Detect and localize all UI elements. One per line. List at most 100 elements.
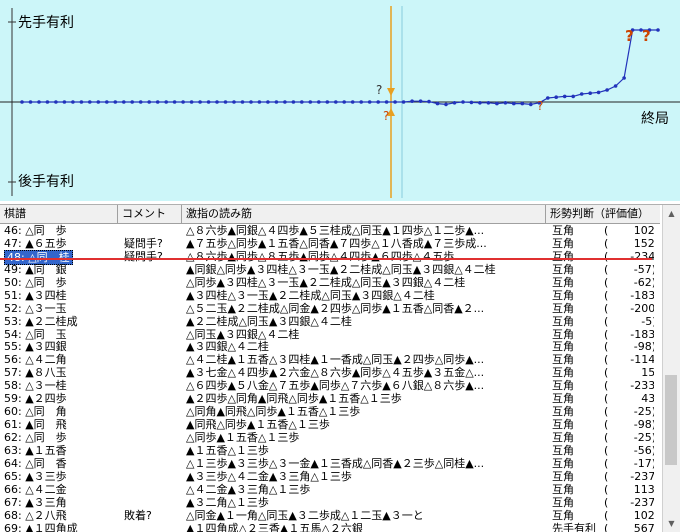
table-row[interactable]: 61: ▲同 飛 ▲同飛△同歩▲１五香△１三歩 互角 ( -98): [0, 418, 660, 431]
score-cell: ( 102): [604, 224, 654, 237]
score-cell: ( -5): [604, 314, 654, 328]
score-cell: ( -183): [604, 327, 654, 341]
judgement-cell: 互角: [552, 482, 574, 496]
evaluation-point: [105, 100, 109, 104]
move-text: 55: ▲３四銀: [4, 340, 67, 354]
question-mark-2: ?: [383, 109, 389, 123]
evaluation-point: [308, 100, 313, 104]
move-cell: 56: △４二角: [4, 353, 116, 366]
table-row[interactable]: 54: △同 玉 △同玉▲３四銀△４二桂 互角 ( -183): [0, 328, 660, 341]
judgement-cell: 互角: [552, 405, 574, 419]
table-body: 46: △同 歩 △８六歩▲同銀△４四歩▲５三桂成△同玉▲１四歩△１二歩▲... 互…: [0, 224, 660, 532]
move-text: 51: ▲３四桂: [4, 288, 67, 302]
move-cell: 55: ▲３四銀: [4, 340, 116, 353]
evaluation-point: [427, 99, 431, 104]
evaluation-point: [359, 100, 364, 104]
score-cell: ( 152): [604, 236, 654, 250]
evaluation-point: [249, 100, 253, 104]
evaluation-point: [266, 100, 270, 104]
table-row[interactable]: 62: △同 歩 △同歩▲１五香△１三歩 互角 ( -25): [0, 431, 660, 444]
reading-cell: ▲１五香△１三歩: [186, 443, 269, 457]
move-text: 69: ▲１四角成: [4, 521, 78, 532]
scroll-up-icon[interactable]: ▲: [663, 205, 680, 222]
move-text: 67: ▲３三角: [4, 495, 67, 509]
evaluation-point: [189, 100, 194, 104]
evaluation-point: [605, 88, 609, 92]
evaluation-point: [300, 100, 304, 104]
evaluation-point: [622, 76, 626, 80]
table-row[interactable]: 66: △４二金 △４二金▲３三角△１三歩 互角 ( 113): [0, 483, 660, 496]
judgement-cell: 互角: [552, 340, 574, 354]
evaluation-point: [613, 84, 618, 88]
move-text: 50: △同 歩: [4, 275, 67, 289]
scroll-down-icon[interactable]: ▼: [663, 515, 680, 532]
score-cell: ( 567): [604, 521, 654, 532]
header-kifu[interactable]: 棋譜: [0, 205, 118, 223]
comment-cell: 疑問手?: [124, 249, 163, 263]
move-cell: 65: ▲３三歩: [4, 470, 116, 483]
evaluation-point: [554, 95, 558, 99]
evaluation-point: [342, 100, 347, 104]
vertical-scrollbar[interactable]: ▲ ▼: [662, 205, 680, 532]
move-text: 62: △同 歩: [4, 431, 67, 444]
move-cell: 68: △２八飛: [4, 509, 116, 522]
move-text: 52: △３一玉: [4, 301, 67, 315]
header-evaluation[interactable]: 形勢判断（評価値）: [546, 205, 660, 223]
evaluation-point: [656, 28, 660, 32]
judgement-cell: 互角: [552, 262, 574, 276]
move-cell: 53: ▲２二桂成: [4, 315, 116, 328]
score-cell: ( -114): [604, 353, 654, 367]
table-row[interactable]: 58: △３一桂 △６四歩▲５八金△７五歩▲同歩△７六歩▲６八銀△８六歩▲... 互…: [0, 379, 660, 392]
evaluation-point: [240, 100, 245, 104]
table-row[interactable]: 46: △同 歩 △８六歩▲同銀△４四歩▲５三桂成△同玉▲１四歩△１二歩▲... 互…: [0, 224, 660, 237]
score-cell: ( -57): [604, 262, 654, 276]
table-row[interactable]: 68: △２八飛 敗着? △同金▲１一角△同玉▲３二歩成△１二玉▲３一と 互角 ( 10…: [0, 509, 660, 522]
table-row[interactable]: 64: △同 香 △１三歩▲３三歩△３一金▲１三香成△同香▲２三歩△同桂▲... 互…: [0, 457, 660, 470]
header-comment[interactable]: コメント: [118, 205, 182, 223]
evaluation-point: [317, 100, 321, 104]
judgement-cell: 先手有利: [552, 521, 596, 532]
score-cell: ( -233): [604, 379, 654, 393]
score-cell: ( -98): [604, 340, 654, 354]
table-row[interactable]: 59: ▲２四歩 ▲２四歩△同角▲同飛△同歩▲１五香△１三歩 互角 ( 43): [0, 392, 660, 405]
table-row[interactable]: 69: ▲１四角成 ▲１四角成△２三香▲１五馬△２六銀 先手有利 ( 567): [0, 522, 660, 532]
end-game-label: 終局: [641, 111, 669, 127]
header-reading[interactable]: 激指の読み筋: [182, 205, 546, 223]
score-cell: ( -62): [604, 275, 654, 289]
table-row[interactable]: 51: ▲３四桂 ▲３四桂△３一玉▲２二桂成△同玉▲３四銀△４二桂 互角 ( -183…: [0, 289, 660, 302]
evaluation-point: [596, 90, 601, 95]
score-cell: ( -56): [604, 443, 654, 457]
table-row[interactable]: 63: ▲１五香 ▲１五香△１三歩 互角 ( -56): [0, 444, 660, 457]
evaluation-point: [223, 100, 228, 104]
evaluation-point: [138, 100, 143, 104]
kifu-analysis-table[interactable]: 棋譜 コメント 激指の読み筋 形勢判断（評価値） 46: △同 歩 △８六歩▲同銀…: [0, 204, 680, 532]
table-row[interactable]: 50: △同 歩 △同歩▲３四桂△３一玉▲２二桂成△同玉▲３四銀△４二桂 互角 ( -…: [0, 276, 660, 289]
table-row[interactable]: 48: △同 桂疑問手?△８六歩▲同歩△８五歩▲同歩△４四歩▲６四歩△４五歩互角…: [0, 249, 660, 265]
graph-canvas[interactable]: 先手有利 後手有利 終局 ? ? ? ? ?: [0, 0, 680, 201]
table-row[interactable]: 53: ▲２二桂成 ▲２二桂成△同玉▲３四銀△４二桂 互角 ( -5): [0, 315, 660, 328]
table-row[interactable]: 57: ▲８八玉 ▲３七金△４四歩▲２六金△８六歩▲同歩△４五歩▲３五金△... 互…: [0, 366, 660, 379]
table-row[interactable]: 60: △同 角 △同角▲同飛△同歩▲１五香△１三歩 互角 ( -25): [0, 405, 660, 418]
move-cell: 46: △同 歩: [4, 224, 116, 237]
scroll-thumb[interactable]: [665, 375, 677, 465]
reading-cell: △６四歩▲５八金△７五歩▲同歩△７六歩▲６八銀△８六歩▲...: [186, 379, 485, 393]
score-cell: ( -25): [604, 431, 654, 444]
move-cell: 54: △同 玉: [4, 328, 116, 341]
move-cell: 58: △３一桂: [4, 379, 116, 392]
evaluation-graph[interactable]: 先手有利 後手有利 終局 ? ? ? ? ?: [0, 0, 680, 201]
evaluation-point: [325, 100, 330, 104]
move-cell: 67: ▲３三角: [4, 496, 116, 509]
evaluation-point: [393, 100, 397, 104]
table-row[interactable]: 52: △３一玉 △５二玉▲２二桂成△同金▲２四歩△同歩▲１五香△同香▲２... 互…: [0, 302, 660, 315]
reading-cell: ▲２四歩△同角▲同飛△同歩▲１五香△１三歩: [186, 392, 402, 406]
move-cell: 60: △同 角: [4, 405, 116, 418]
table-row[interactable]: 56: △４二角 △４二桂▲１五香△３四桂▲１一香成△同玉▲２四歩△同歩▲... 互…: [0, 353, 660, 366]
table-row[interactable]: 55: ▲３四銀 ▲３四銀△４二桂 互角 ( -98): [0, 340, 660, 353]
score-cell: ( 15): [604, 366, 654, 380]
table-row[interactable]: 47: ▲６五歩 疑問手? ▲７五歩△同歩▲１五香△同香▲７四歩△１八香成▲７三歩成…: [0, 237, 660, 250]
table-row[interactable]: 65: ▲３三歩 ▲３三歩△４二金▲３三角△１三歩 互角 ( -237): [0, 470, 660, 483]
table-row[interactable]: 49: ▲同 銀 ▲同銀△同歩▲３四桂△３一玉▲２二桂成△同玉▲３四銀△４二桂 互角…: [0, 263, 660, 276]
move-cell: 66: △４二金: [4, 483, 116, 496]
table-row[interactable]: 67: ▲３三角 ▲３二角△１三歩 互角 ( -237): [0, 496, 660, 509]
reading-cell: △８六歩▲同銀△４四歩▲５三桂成△同玉▲１四歩△１二歩▲...: [186, 224, 485, 237]
